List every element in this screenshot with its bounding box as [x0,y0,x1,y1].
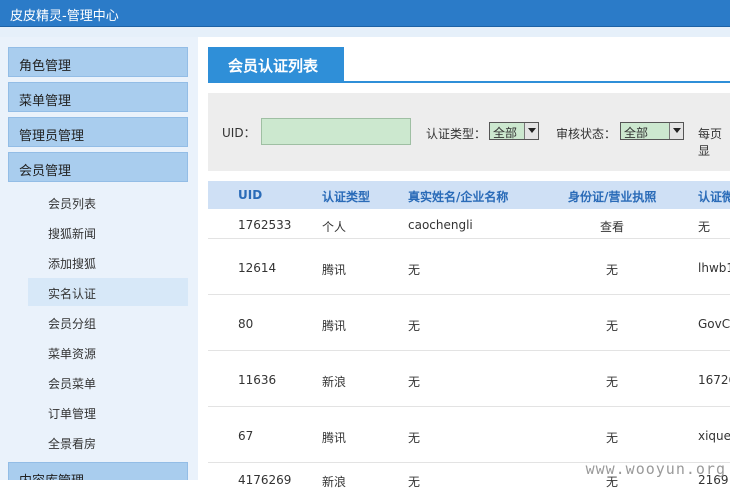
sidebar-item-member-menu[interactable]: 会员菜单 [28,368,188,396]
column-header-type: 认证类型 [322,190,371,204]
tab-underline [208,81,730,83]
sidebar-item-menu-resources[interactable]: 菜单资源 [28,338,188,366]
page-size-label: 每页显 [698,127,723,158]
sidebar-item-sohu-news[interactable]: 搜狐新闻 [28,218,188,246]
auth-type-select[interactable]: 全部 [489,122,539,140]
cell-extra: 无 [698,220,711,234]
column-header-extra: 认证微 [698,190,730,204]
sidebar-item-orders[interactable]: 订单管理 [28,398,188,426]
chevron-down-icon [669,123,683,139]
sidebar-item-label: 搜狐新闻 [48,227,97,241]
cell-license: 无 [606,263,619,277]
table-row: 11636 新浪 无 无 16726 [208,351,730,407]
cell-type: 腾讯 [322,263,347,277]
column-header-name: 真实姓名/企业名称 [408,190,509,204]
cell-extra: lhwb1 [698,261,730,275]
sidebar-group-label: 菜单管理 [19,94,72,109]
review-status-label: 审核状态： [556,127,617,141]
table-row: 12614 腾讯 无 无 lhwb1 [208,239,730,295]
table-row: 80 腾讯 无 无 GovC [208,295,730,351]
sidebar-group-roles[interactable]: 角色管理 [8,47,188,77]
sidebar-group-label: 内容库管理 [19,470,84,480]
cell-uid: 12614 [238,261,277,275]
cell-type: 个人 [322,220,347,234]
sidebar-item-label: 实名认证 [48,287,97,301]
cell-type: 新浪 [322,475,347,489]
cell-uid: 80 [238,317,254,331]
top-subbar [0,27,730,37]
cell-name: 无 [408,375,421,389]
sidebar-item-label: 全景看房 [48,437,97,451]
cell-name: 无 [408,263,421,277]
watermark: www.wooyun.org [585,460,726,478]
column-header-license: 身份证/营业执照 [568,190,657,204]
sidebar: 角色管理 菜单管理 管理员管理 会员管理 会员列表 搜狐新闻 添加搜狐 实名认证… [0,37,198,480]
cell-extra: GovC [698,317,730,331]
cell-license: 无 [606,319,619,333]
tab-label: 会员认证列表 [228,57,319,75]
sidebar-item-real-name-auth[interactable]: 实名认证 [28,278,188,306]
cell-type: 腾讯 [322,319,347,333]
sidebar-group-admins[interactable]: 管理员管理 [8,117,188,147]
cell-uid: 4176269 [238,473,292,487]
sidebar-item-label: 添加搜狐 [48,257,97,271]
table-row: 1762533 个人 caochengli 查看 无 [208,209,730,239]
cell-name: 无 [408,319,421,333]
filter-bar: UID： 认证类型： 全部 审核状态： 全部 每页显 [208,93,730,171]
column-header-uid: UID [238,188,263,202]
sidebar-group-label: 会员管理 [19,164,72,179]
sidebar-item-member-groups[interactable]: 会员分组 [28,308,188,336]
cell-license: 无 [606,375,619,389]
sidebar-group-content-library[interactable]: 内容库管理 [8,462,188,480]
sidebar-item-member-list[interactable]: 会员列表 [28,188,188,216]
sidebar-group-members[interactable]: 会员管理 [8,152,188,182]
table-header: UID 认证类型 真实姓名/企业名称 身份证/营业执照 认证微 [208,181,730,209]
sidebar-item-label: 会员菜单 [48,377,97,391]
sidebar-item-label: 会员列表 [48,197,97,211]
sidebar-item-add-sohu[interactable]: 添加搜狐 [28,248,188,276]
review-status-selected: 全部 [624,126,649,140]
cell-uid: 1762533 [238,218,292,232]
sidebar-item-panorama[interactable]: 全景看房 [28,428,188,456]
auth-type-label: 认证类型： [426,127,487,141]
tab-member-auth-list[interactable]: 会员认证列表 [208,47,344,81]
cell-name: caochengli [408,218,473,232]
sidebar-item-label: 订单管理 [48,407,97,421]
app-title: 皮皮精灵-管理中心 [10,9,119,24]
sidebar-item-label: 菜单资源 [48,347,97,361]
review-status-select[interactable]: 全部 [620,122,684,140]
sidebar-group-label: 角色管理 [19,59,72,74]
cell-uid: 67 [238,429,254,443]
cell-license: 无 [606,431,619,445]
view-license-link[interactable]: 查看 [600,218,624,235]
cell-extra: xique [698,429,730,443]
top-bar: 皮皮精灵-管理中心 [0,0,730,27]
sidebar-item-label: 会员分组 [48,317,97,331]
cell-extra: 16726 [698,373,730,387]
cell-name: 无 [408,475,421,489]
main-panel: 会员认证列表 UID： 认证类型： 全部 审核状态： 全部 每页显 UID 认证… [198,37,730,489]
chevron-down-icon [524,123,538,139]
cell-type: 腾讯 [322,431,347,445]
uid-label: UID： [222,126,256,140]
uid-input[interactable] [261,118,411,145]
auth-type-selected: 全部 [493,126,518,140]
cell-uid: 11636 [238,373,277,387]
sidebar-group-label: 管理员管理 [19,129,85,144]
sidebar-group-menus[interactable]: 菜单管理 [8,82,188,112]
cell-name: 无 [408,431,421,445]
cell-type: 新浪 [322,375,347,389]
table-row: 67 腾讯 无 无 xique [208,407,730,463]
